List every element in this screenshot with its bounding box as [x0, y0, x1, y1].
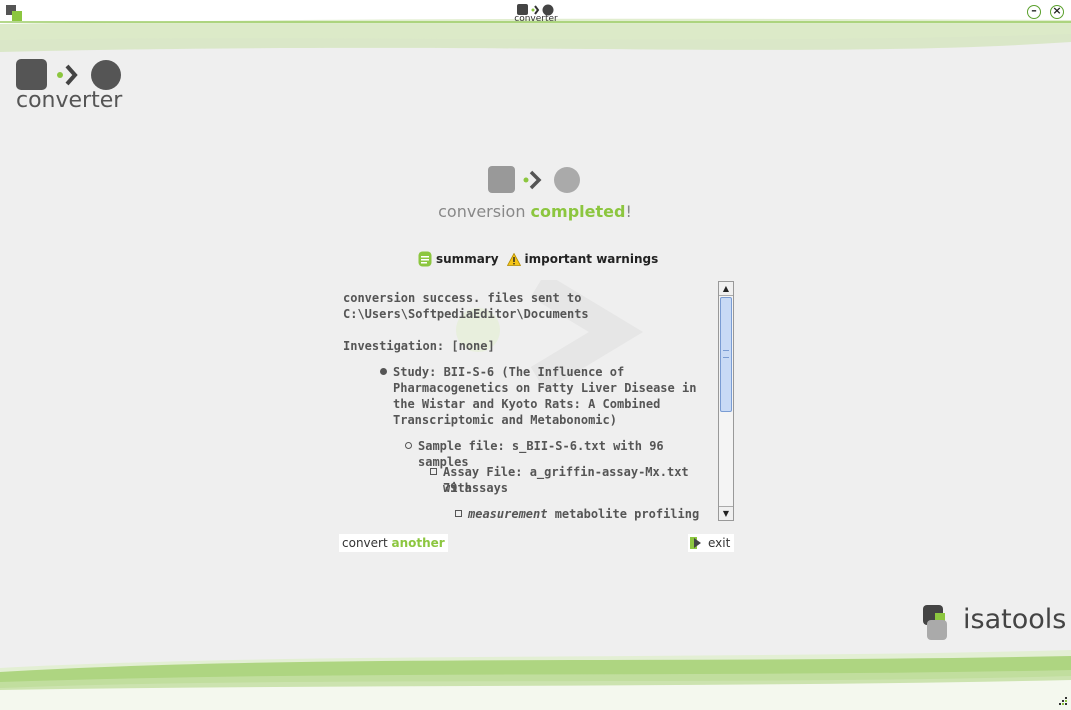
- tab-summary-label: summary: [436, 252, 499, 266]
- measurement-em: measurement: [468, 507, 548, 521]
- bottom-swoosh-decoration: [0, 650, 1071, 710]
- exit-label: exit: [708, 536, 731, 550]
- disc-bullet-icon: [380, 368, 387, 375]
- title-logo: converter: [514, 2, 558, 24]
- success-message-line2: C:\Users\SoftpediaEditor\Documents: [343, 307, 589, 321]
- assay-bullet: [430, 464, 441, 480]
- investigation-line: Investigation: [none]: [343, 339, 495, 353]
- measurement-bullet: [455, 506, 466, 522]
- assay-line-2: 79 assays: [443, 481, 509, 495]
- summary-text: conversion success. files sent to C:\Use…: [338, 280, 716, 522]
- sample-bullet: [405, 438, 416, 454]
- measurement-rest: metabolite profiling: [547, 507, 700, 521]
- result-tabs: summary important warnings: [418, 250, 666, 268]
- exit-button[interactable]: exit: [688, 534, 735, 552]
- study-line-4: Transcriptomic and Metabonomic): [393, 413, 617, 427]
- scroll-thumb[interactable]: [720, 297, 732, 412]
- convert-prefix: convert: [342, 536, 392, 550]
- study-line-1: Study: BII-S-6 (The Influence of: [393, 365, 625, 379]
- study-bullet: [380, 364, 391, 380]
- isatools-brand: isatools: [963, 604, 1067, 635]
- circle-bullet-icon: [405, 442, 412, 449]
- measurement-line: measurement metabolite profiling: [468, 506, 699, 522]
- square-bullet-icon: [455, 510, 462, 517]
- conversion-headline: conversion completed!: [380, 202, 690, 221]
- summary-scrollbar[interactable]: ▲ ▼: [718, 281, 734, 521]
- resize-grip-icon[interactable]: [1056, 697, 1068, 707]
- close-button[interactable]: ×: [1050, 5, 1064, 19]
- minimize-button[interactable]: –: [1027, 5, 1041, 19]
- convert-accent: another: [391, 536, 445, 550]
- tab-warnings-label: important warnings: [524, 252, 659, 266]
- exit-icon: [690, 537, 701, 549]
- title-caption: converter: [514, 14, 558, 24]
- summary-panel[interactable]: conversion success. files sent to C:\Use…: [338, 280, 734, 522]
- headline-accent: completed: [530, 202, 626, 221]
- thumb-grip: [723, 350, 729, 358]
- scroll-down-arrow-icon[interactable]: ▼: [719, 506, 733, 520]
- study-line-2: Pharmacogenetics on Fatty Liver Disease …: [393, 381, 697, 395]
- warning-icon: [506, 252, 521, 266]
- brand-name: converter: [16, 88, 123, 113]
- success-message-line1: conversion success. files sent to: [343, 291, 582, 305]
- study-line-3: the Wistar and Kyoto Rats: A Combined: [393, 397, 661, 411]
- square-bullet-icon: [430, 468, 437, 475]
- conversion-status-icon: [488, 166, 580, 193]
- tab-summary[interactable]: summary: [418, 251, 499, 267]
- scroll-up-arrow-icon[interactable]: ▲: [719, 282, 733, 296]
- headline-prefix: conversion: [438, 202, 531, 221]
- convert-another-button[interactable]: convert another: [339, 534, 448, 552]
- app-icon: [6, 5, 22, 21]
- tab-important-warnings[interactable]: important warnings: [506, 252, 659, 266]
- headline-suffix: !: [625, 202, 632, 221]
- document-icon: [418, 251, 432, 267]
